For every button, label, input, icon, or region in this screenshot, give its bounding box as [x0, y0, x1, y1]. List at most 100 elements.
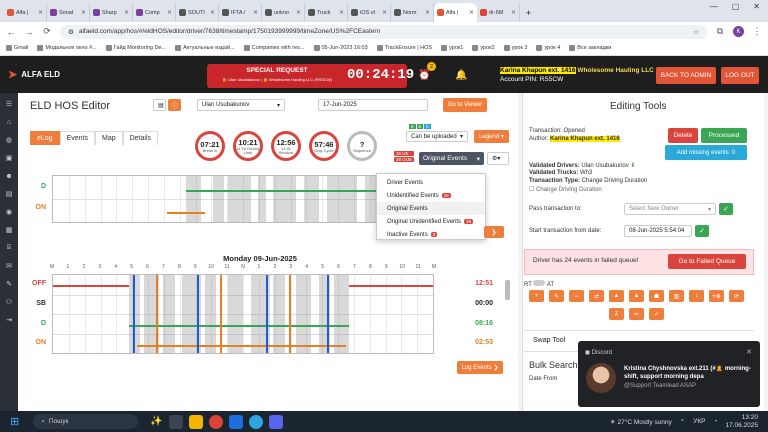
home-icon[interactable]: ⌂	[4, 117, 14, 127]
star-icon[interactable]: ☆	[693, 28, 699, 36]
browser-tab[interactable]: dr-6M ✕	[477, 3, 520, 22]
bookmark-item[interactable]: 05-Jun-2023 16:03	[313, 45, 368, 51]
tab-close-icon[interactable]: ✕	[339, 9, 344, 16]
extensions-icon[interactable]: ⧉	[715, 26, 725, 37]
bookmark-item[interactable]: Гайд Monitoring De...	[105, 45, 166, 51]
tab-close-icon[interactable]: ✕	[81, 9, 86, 16]
file-explorer-icon[interactable]	[188, 414, 203, 429]
bookmark-item[interactable]: урок1	[441, 45, 463, 51]
language-indicator[interactable]: УКР	[693, 418, 705, 425]
tool-button[interactable]: ☗	[649, 290, 664, 302]
document-icon-button[interactable]: ▤	[153, 99, 166, 111]
event-band[interactable]	[205, 275, 217, 353]
calculator-icon[interactable]: ▦	[4, 225, 14, 235]
bookmark-item[interactable]: TrackEnsure | HOS	[376, 45, 432, 51]
event-band[interactable]	[227, 275, 243, 353]
dropdown-item-original[interactable]: Original Events	[377, 202, 485, 215]
bookmark-item[interactable]: Актуальные издай...	[175, 45, 235, 51]
event-band[interactable]	[212, 176, 224, 222]
event-band[interactable]	[303, 176, 319, 222]
tool-button[interactable]: ↕	[689, 290, 704, 302]
discord-notification[interactable]: ◼ Discord ✕ Kristina Chyshnovska ext.211…	[578, 341, 760, 407]
back-to-admin-button[interactable]: BACK TO ADMIN	[656, 67, 716, 84]
site-info-icon[interactable]: ⚙	[68, 28, 74, 36]
tab-close-icon[interactable]: ✕	[253, 9, 258, 16]
browser-tab[interactable]: Alfa | ✕	[434, 3, 477, 22]
event-band[interactable]	[273, 275, 285, 353]
info-button[interactable]: ⓘ	[168, 99, 181, 111]
bell-icon[interactable]: 🔔	[455, 70, 467, 81]
truck-icon[interactable]: ▣	[4, 153, 14, 163]
legend-button[interactable]: Legend ▾	[474, 130, 509, 143]
tool-button[interactable]: ↔	[569, 290, 584, 302]
browser-tab[interactable]: Alfa | ✕	[4, 3, 47, 22]
tool-button[interactable]: ✓	[649, 308, 664, 320]
event-band[interactable]	[258, 176, 266, 222]
discord-icon[interactable]	[268, 414, 283, 429]
chrome-icon[interactable]	[208, 414, 223, 429]
driver-select[interactable]: Ulan Usubakunov ▾	[197, 99, 285, 111]
tool-button[interactable]: ✂	[629, 308, 644, 320]
tab-close-icon[interactable]: ✕	[38, 9, 43, 16]
menu-dots-icon[interactable]: ⋮	[752, 26, 762, 37]
tray-chevron-icon[interactable]: ⌃	[680, 418, 685, 426]
tab-close-icon[interactable]: ✕	[167, 9, 172, 16]
document-icon[interactable]: ▤	[4, 189, 14, 199]
menu-icon[interactable]: ☰	[4, 99, 14, 109]
tab-close-icon[interactable]: ✕	[469, 9, 474, 16]
browser-tab[interactable]: Norm ✕	[391, 3, 434, 22]
tool-button[interactable]: ▲	[629, 290, 644, 302]
new-tab-icon[interactable]: +	[526, 8, 531, 18]
rt-toggle[interactable]: RT AT	[524, 280, 554, 288]
signal-icon[interactable]: ◉	[4, 207, 14, 217]
browser-tab[interactable]: SOUTI ✕	[176, 3, 219, 22]
add-missing-events-button[interactable]: Add missing events: 0	[665, 145, 747, 160]
tool-button[interactable]: ⊼	[609, 308, 624, 320]
event-band[interactable]	[163, 275, 175, 353]
event-band[interactable]	[326, 176, 357, 222]
bookmark-item[interactable]: Gmail	[6, 45, 28, 51]
tab-elog[interactable]: eLog	[30, 131, 60, 145]
wifi-icon[interactable]: ◔	[714, 418, 718, 425]
log-events-button[interactable]: Log Events ❯	[457, 361, 503, 374]
close-window-icon[interactable]: ✕	[753, 2, 760, 11]
upload-select[interactable]: Can be uploaded ▾	[406, 131, 468, 142]
brand-logo[interactable]: ➤ ALFA ELD	[8, 68, 60, 81]
event-band[interactable]	[273, 176, 297, 222]
dropdown-item-original-unidentified[interactable]: Original Unidentified Events 28	[377, 215, 485, 228]
weather-widget[interactable]: ☀ 27°C Mostly sunny	[610, 418, 672, 426]
confirm-owner-button[interactable]: ✓	[719, 203, 733, 215]
tab-details[interactable]: Details	[122, 131, 159, 145]
tab-map[interactable]: Map	[94, 131, 123, 145]
browser-tab[interactable]: Truck ✕	[305, 3, 348, 22]
bookmark-item[interactable]: урок 3	[503, 45, 527, 51]
event-band[interactable]	[296, 275, 312, 353]
tab-events[interactable]: Events	[59, 131, 95, 145]
bookmark-item[interactable]: Все закладки	[569, 45, 611, 51]
app-icon-blue[interactable]	[228, 414, 243, 429]
dropdown-item-unidentified[interactable]: Unidentified Events 16	[377, 189, 485, 202]
processed-button[interactable]: Processed	[701, 128, 747, 143]
tab-close-icon[interactable]: ✕	[511, 9, 516, 16]
tab-close-icon[interactable]: ✕	[296, 9, 301, 16]
clock[interactable]: 13:20 17.06.2025	[725, 414, 758, 430]
user-plus-icon[interactable]: ⚇	[4, 297, 14, 307]
tool-button[interactable]: ▥	[669, 290, 684, 302]
browser-tab[interactable]: Sonat ✕	[47, 3, 90, 22]
tool-button[interactable]: ⟳	[729, 290, 744, 302]
copilot-icon[interactable]: ✨	[150, 416, 162, 427]
confirm-date-button[interactable]: ✓	[695, 225, 709, 237]
tab-close-icon[interactable]: ✕	[210, 9, 215, 16]
logout-button[interactable]: LOG OUT	[721, 67, 759, 84]
logout-side-icon[interactable]: ⇥	[4, 315, 14, 325]
delete-button[interactable]: Delete	[668, 128, 698, 143]
event-band[interactable]	[227, 176, 251, 222]
event-band[interactable]	[334, 275, 350, 353]
url-input[interactable]: ⚙ alfaeld.com/app/hos/#/eldHOS/editor/dr…	[60, 24, 707, 39]
toggle-switch[interactable]	[533, 280, 546, 286]
close-icon[interactable]: ✕	[746, 348, 752, 356]
dropdown-item-driver-events[interactable]: Driver Events	[377, 176, 485, 189]
events-type-select[interactable]: Original Events ▾	[419, 152, 484, 165]
scrollbar-thumb[interactable]	[505, 280, 510, 300]
bookmark-item[interactable]: урок 4	[536, 45, 560, 51]
